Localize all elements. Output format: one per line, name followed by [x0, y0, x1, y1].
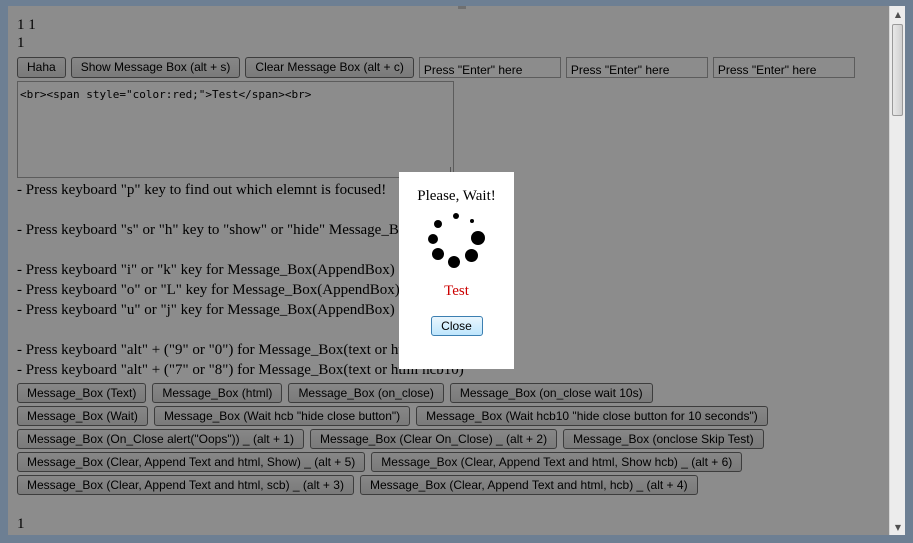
scroll-down-arrow-icon[interactable]: ▼ [890, 519, 905, 535]
loading-spinner-icon [427, 211, 487, 271]
browser-viewport: 1 1 1 Haha Show Message Box (alt + s) Cl… [8, 6, 905, 535]
dialog-close-button[interactable]: Close [430, 316, 483, 336]
dialog-title: Please, Wait! [417, 188, 496, 204]
spinner-dot [469, 219, 474, 223]
message-box-dialog: Please, Wait! Test Close [399, 172, 514, 369]
vertical-scrollbar[interactable]: ▲ ▼ [889, 6, 905, 535]
spinner-dot [452, 213, 459, 219]
scrollbar-thumb[interactable] [892, 24, 903, 116]
spinner-dot [431, 248, 444, 260]
spinner-dot [427, 234, 438, 244]
spinner-dot [447, 256, 460, 268]
spinner-dot [433, 220, 442, 228]
dialog-message: Test [444, 283, 469, 299]
spinner-dot [470, 231, 485, 245]
spinner-dot [464, 249, 478, 262]
scroll-up-arrow-icon[interactable]: ▲ [890, 6, 905, 22]
